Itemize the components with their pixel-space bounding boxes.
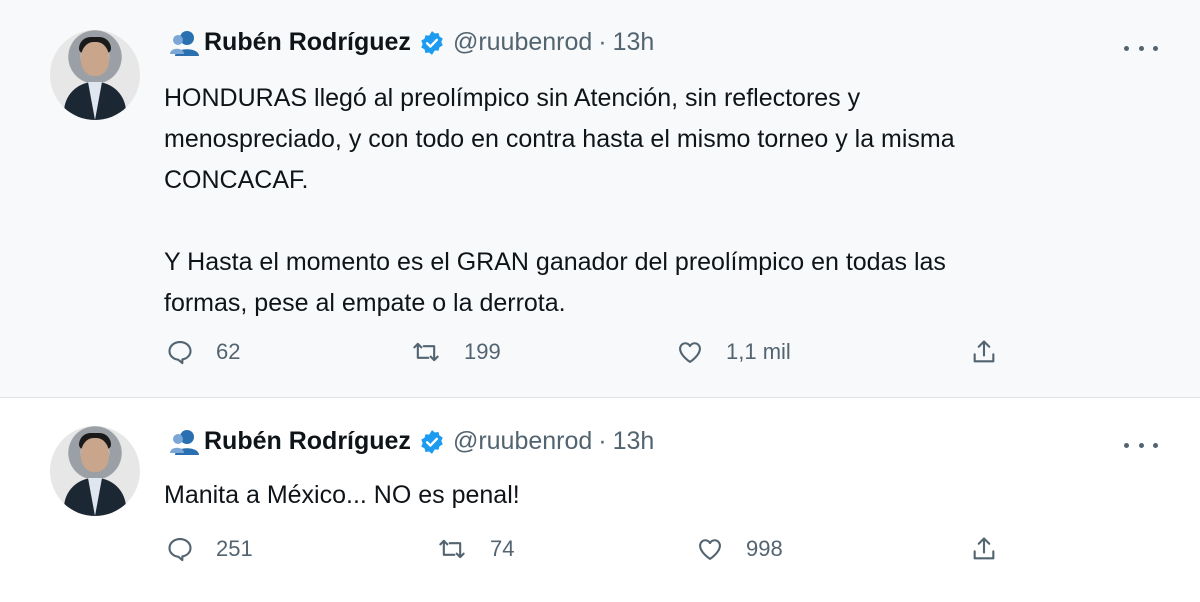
tweet-text: HONDURAS llegó al preolímpico sin Atenci… — [164, 78, 955, 324]
share-icon — [973, 340, 995, 363]
tweet-actions: 62 199 1,1 mil — [0, 338, 1200, 378]
reply-button[interactable]: 62 — [166, 338, 240, 366]
retweet-count: 199 — [464, 339, 501, 364]
tweet-text-line: Manita a México... NO es penal! — [164, 481, 520, 509]
retweet-icon — [413, 342, 439, 362]
like-button[interactable]: 1,1 mil — [676, 338, 791, 366]
user-icon — [170, 429, 199, 455]
verified-badge-icon — [421, 429, 443, 454]
tweet-actions: 251 74 998 — [0, 535, 1200, 575]
like-count: 1,1 mil — [726, 339, 791, 364]
tweet-card[interactable]: Rubén Rodríguez @ruubenrod · 13h Manita … — [0, 399, 1200, 602]
tweet-card[interactable]: Rubén Rodríguez @ruubenrod · 13h HONDURA… — [0, 0, 1200, 398]
like-button[interactable]: 998 — [696, 535, 783, 563]
share-button[interactable] — [970, 338, 1020, 366]
separator-dot: · — [598, 427, 607, 455]
reply-button[interactable]: 251 — [166, 535, 253, 563]
tweet-text-line: CONCACAF. — [164, 166, 309, 194]
tweet-text: Manita a México... NO es penal! — [164, 475, 520, 516]
retweet-button[interactable]: 74 — [438, 535, 514, 563]
share-button[interactable] — [970, 535, 1020, 563]
author-handle[interactable]: @ruubenrod — [453, 28, 592, 57]
share-icon — [973, 537, 995, 560]
reply-count: 62 — [216, 339, 241, 364]
author-name[interactable]: Rubén Rodríguez — [204, 427, 411, 456]
tweet-header: Rubén Rodríguez @ruubenrod · 13h — [170, 28, 654, 57]
reply-count: 251 — [216, 536, 253, 561]
verified-badge-icon — [421, 30, 443, 55]
tweet-text-line — [164, 201, 955, 242]
more-options-icon[interactable] — [1124, 435, 1158, 455]
avatar[interactable] — [50, 426, 140, 516]
reply-icon — [168, 341, 192, 365]
tweet-timestamp[interactable]: 13h — [613, 427, 655, 456]
separator-dot: · — [598, 28, 607, 56]
like-heart-icon — [679, 342, 701, 363]
more-options-icon[interactable] — [1124, 38, 1158, 58]
reply-icon — [168, 538, 192, 562]
retweet-icon — [439, 539, 465, 559]
avatar[interactable] — [50, 30, 140, 120]
retweet-count: 74 — [490, 536, 515, 561]
tweet-text-line: menospreciado, y con todo en contra hast… — [164, 125, 955, 153]
like-heart-icon — [699, 539, 721, 560]
tweet-text-line: formas, pese al empate o la derrota. — [164, 289, 566, 317]
tweet-text-line: Y Hasta el momento es el GRAN ganador de… — [164, 248, 946, 276]
tweet-timestamp[interactable]: 13h — [613, 28, 655, 57]
author-handle[interactable]: @ruubenrod — [453, 427, 592, 456]
tweet-header: Rubén Rodríguez @ruubenrod · 13h — [170, 427, 654, 456]
tweet-text-line: HONDURAS llegó al preolímpico sin Atenci… — [164, 84, 861, 112]
retweet-button[interactable]: 199 — [412, 338, 501, 366]
like-count: 998 — [746, 536, 783, 561]
author-name[interactable]: Rubén Rodríguez — [204, 28, 411, 57]
user-icon — [170, 30, 199, 56]
